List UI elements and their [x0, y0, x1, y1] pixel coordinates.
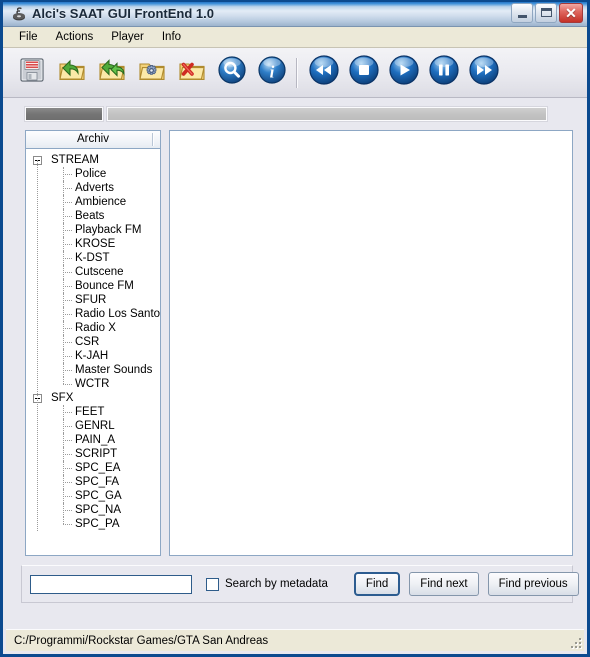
search-by-metadata-label: Search by metadata [225, 578, 328, 590]
close-icon: ✕ [565, 5, 577, 21]
rewind-button[interactable] [304, 53, 344, 93]
tree-item[interactable]: Radio Los Santos [26, 307, 160, 321]
tree-item[interactable]: SPC_EA [26, 461, 160, 475]
pause-button[interactable] [424, 53, 464, 93]
application-window: Alci's SAAT GUI FrontEnd 1.0 ✕ File Acti… [0, 0, 590, 657]
info-icon: i [257, 55, 287, 90]
open-archive-button[interactable] [52, 53, 92, 93]
open-folder-export-icon [97, 55, 127, 90]
save-button[interactable] [12, 53, 52, 93]
tree-item[interactable]: Beats [26, 209, 160, 223]
status-path: C:/Programmi/Rockstar Games/GTA San Andr… [14, 634, 269, 647]
archive-tree-panel: Archiv STREAM Police Adverts Ambience Be… [25, 130, 161, 556]
fast-forward-icon [468, 54, 500, 91]
file-list-panel[interactable] [169, 130, 573, 556]
status-bar: C:/Programmi/Rockstar Games/GTA San Andr… [6, 629, 584, 651]
menu-item-info[interactable]: Info [153, 29, 190, 46]
title-bar[interactable]: Alci's SAAT GUI FrontEnd 1.0 ✕ [3, 0, 587, 27]
tree-item[interactable]: SFUR [26, 293, 160, 307]
tree-item[interactable]: PAIN_A [26, 433, 160, 447]
svg-text:i: i [270, 63, 275, 82]
minimize-button[interactable] [511, 3, 533, 23]
find-button[interactable]: Find [353, 572, 401, 596]
tree-group-sfx[interactable]: SFX [26, 391, 160, 405]
archive-tree-header[interactable]: Archiv [25, 130, 161, 149]
folder-settings-button[interactable] [132, 53, 172, 93]
play-icon [388, 54, 420, 91]
tree-item[interactable]: WCTR [26, 377, 160, 391]
checkbox-box[interactable] [206, 577, 219, 591]
tree-item[interactable]: Adverts [26, 181, 160, 195]
pause-icon [428, 54, 460, 91]
tree-trunk-line [37, 160, 39, 396]
search-bar: Search by metadata Find Find next Find p… [21, 565, 579, 603]
tree-group-stream[interactable]: STREAM [26, 153, 160, 167]
search-button[interactable] [212, 53, 252, 93]
tree-item[interactable]: K-DST [26, 251, 160, 265]
main-body: Archiv STREAM Police Adverts Ambience Be… [3, 130, 587, 556]
stop-icon [348, 54, 380, 91]
tree-item[interactable]: KROSE [26, 237, 160, 251]
folder-delete-icon [177, 55, 207, 90]
tree-item[interactable]: Ambience [26, 195, 160, 209]
tree-group-label: STREAM [51, 154, 99, 166]
audio-disc-icon [11, 6, 27, 22]
menu-item-actions[interactable]: Actions [47, 29, 103, 46]
folder-settings-icon [137, 55, 167, 90]
tree-item[interactable]: GENRL [26, 419, 160, 433]
tree-item[interactable]: SPC_NA [26, 503, 160, 517]
toolbar-separator [296, 57, 298, 88]
file-progress-bar [24, 106, 104, 122]
search-icon [217, 55, 247, 90]
menu-item-file[interactable]: File [10, 29, 47, 46]
open-folder-import-icon [57, 55, 87, 90]
play-button[interactable] [384, 53, 424, 93]
minimize-icon [518, 15, 527, 18]
tree-item[interactable]: K-JAH [26, 349, 160, 363]
tree-item[interactable]: Master Sounds [26, 363, 160, 377]
total-progress-bar [106, 106, 548, 122]
stop-button[interactable] [344, 53, 384, 93]
maximize-icon [541, 8, 552, 17]
tree-item[interactable]: FEET [26, 405, 160, 419]
save-floppy-icon [17, 55, 47, 90]
tree-item[interactable]: Cutscene [26, 265, 160, 279]
folder-delete-button[interactable] [172, 53, 212, 93]
fast-forward-button[interactable] [464, 53, 504, 93]
tree-item[interactable]: SCRIPT [26, 447, 160, 461]
tree-item[interactable]: CSR [26, 335, 160, 349]
menu-item-player[interactable]: Player [102, 29, 153, 46]
tree-item[interactable]: SPC_PA [26, 517, 160, 531]
resize-grip-icon[interactable] [569, 636, 581, 648]
toolbar: i [3, 48, 587, 98]
tree-item[interactable]: Playback FM [26, 223, 160, 237]
save-archive-button[interactable] [92, 53, 132, 93]
menu-bar: File Actions Player Info [3, 27, 587, 48]
find-next-button[interactable]: Find next [409, 572, 479, 596]
archive-tree[interactable]: STREAM Police Adverts Ambience Beats Pla… [25, 149, 161, 556]
close-button[interactable]: ✕ [559, 3, 583, 23]
rewind-icon [308, 54, 340, 91]
tree-item[interactable]: Radio X [26, 321, 160, 335]
tree-item[interactable]: SPC_FA [26, 475, 160, 489]
tree-item[interactable]: Police [26, 167, 160, 181]
search-input[interactable] [30, 574, 192, 594]
find-previous-button[interactable]: Find previous [487, 572, 579, 596]
tree-trunk-line [37, 398, 39, 531]
tree-item[interactable]: SPC_GA [26, 489, 160, 503]
window-title: Alci's SAAT GUI FrontEnd 1.0 [32, 5, 214, 21]
info-button[interactable]: i [252, 53, 292, 93]
window-controls: ✕ [511, 3, 583, 23]
progress-area [3, 98, 587, 130]
search-by-metadata-checkbox[interactable]: Search by metadata [206, 577, 328, 591]
tree-item[interactable]: Bounce FM [26, 279, 160, 293]
tree-group-label: SFX [51, 392, 74, 404]
maximize-button[interactable] [535, 3, 557, 23]
